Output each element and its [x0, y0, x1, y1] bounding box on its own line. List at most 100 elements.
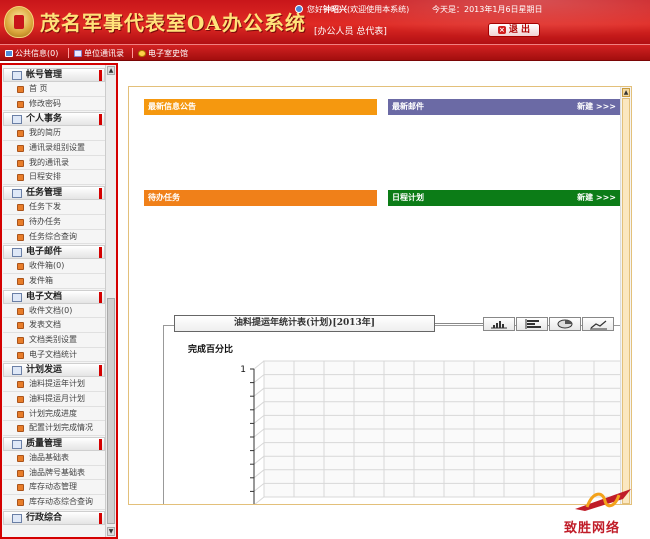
group-marker	[99, 247, 102, 259]
menu-item[interactable]: 库存动态管理	[3, 480, 105, 496]
menu-group-header[interactable]: 行政综合	[3, 510, 105, 525]
folder-icon	[12, 440, 22, 450]
menu-group-header[interactable]: 帐号管理	[3, 68, 105, 82]
gridline	[253, 428, 265, 438]
menu-group-header[interactable]: 电子文档	[3, 289, 105, 304]
notice-panel-header: 最新信息公告	[144, 99, 377, 115]
gridline	[253, 401, 265, 411]
menu-item[interactable]: 电子文档统计	[3, 347, 105, 363]
hbar-chart-glyph	[525, 319, 541, 329]
watermark-logo-icon	[575, 489, 631, 511]
public-info-link[interactable]: 公共信息(0)	[5, 48, 58, 59]
menu-bullet-icon	[17, 410, 24, 418]
group-marker	[99, 291, 102, 303]
new-schedule-link[interactable]: 新建 >>>	[577, 190, 616, 206]
menu-item[interactable]: 油品牌号基础表	[3, 465, 105, 481]
menu-bullet-icon	[17, 233, 24, 241]
logout-button[interactable]: × 退 出	[488, 23, 540, 37]
folder-icon	[12, 71, 22, 80]
menu-bullet-icon	[17, 455, 24, 463]
user-icon	[295, 5, 303, 13]
menu-bullet-icon	[17, 307, 24, 315]
menu-group-header[interactable]: 质量管理	[3, 437, 105, 452]
menu-item[interactable]: 配置计划完成情况	[3, 421, 105, 437]
menu-group-header[interactable]: 计划发运	[3, 363, 105, 378]
menu-bullet-icon	[17, 159, 24, 167]
bar-chart-icon[interactable]	[483, 317, 515, 331]
content-scroll-thumb[interactable]	[622, 98, 630, 504]
menu-item[interactable]: 任务综合查询	[3, 229, 105, 245]
content-scroll-up-icon[interactable]: ▲	[622, 88, 630, 97]
horizontal-bar-icon[interactable]	[516, 317, 548, 331]
menu-group-header[interactable]: 个人事务	[3, 112, 105, 127]
menu-bullet-icon	[17, 469, 24, 477]
group-marker	[99, 188, 102, 200]
menu-item[interactable]: 油料提运年计划	[3, 377, 105, 392]
menu-item[interactable]: 收件文档(0)	[3, 303, 105, 319]
menu-item[interactable]: 我的通讯录	[3, 155, 105, 171]
menu-bullet-icon	[17, 351, 24, 359]
menu-item[interactable]: 首 页	[3, 82, 105, 97]
menu-bullet-icon	[17, 86, 24, 93]
scroll-down-icon[interactable]: ▼	[107, 527, 115, 536]
sidebar-scrollbar[interactable]: ▲ ▼	[105, 65, 116, 537]
chart-y-label: 完成百分比	[188, 345, 234, 355]
role-text: [办公人员 总代表]	[314, 27, 387, 37]
menu-item[interactable]: 日程安排	[3, 170, 105, 186]
gridline	[253, 415, 265, 424]
date-text: 今天是：2013年1月6日星期日	[432, 5, 543, 14]
menu-item[interactable]: 我的简历	[3, 126, 105, 142]
menu-item[interactable]: 发件箱	[3, 273, 105, 289]
menu-bullet-icon	[17, 204, 24, 212]
menu-item[interactable]: 计划完成进度	[3, 406, 105, 422]
folder-icon	[12, 366, 22, 376]
menu-item[interactable]: 油品基础表	[3, 451, 105, 466]
menu-group-header[interactable]: 电子邮件	[3, 245, 105, 260]
group-marker	[99, 365, 102, 377]
menu-item[interactable]: 油料提运月计划	[3, 392, 105, 407]
y-tick-label: 1	[240, 365, 246, 375]
gridline	[254, 496, 265, 504]
line-chart-glyph	[590, 320, 607, 330]
toolbar-divider	[132, 48, 133, 58]
menu-item[interactable]: 修改密码	[3, 96, 105, 112]
info-icon	[5, 50, 13, 57]
menu-item[interactable]: 文档类别设置	[3, 332, 105, 348]
menu-bullet-icon	[17, 263, 24, 271]
menu-item[interactable]: 任务下发	[3, 200, 105, 215]
gridline	[253, 455, 265, 465]
line-chart-icon[interactable]	[582, 317, 614, 331]
menu-item[interactable]: 待办任务	[3, 214, 105, 230]
history-hall-link[interactable]: 电子室史馆	[138, 48, 188, 59]
folder-icon	[12, 248, 22, 258]
gridline	[253, 387, 265, 397]
mail-icon	[74, 50, 82, 57]
sidebar-scroll-thumb[interactable]	[107, 298, 115, 524]
system-title: 茂名军事代表室OA办公系统	[40, 11, 306, 35]
folder-icon	[12, 513, 22, 523]
directory-link[interactable]: 单位通讯录	[74, 48, 124, 59]
menu-item[interactable]: 发表文档	[3, 318, 105, 333]
menu-item[interactable]: 收件箱(0)	[3, 259, 105, 274]
chart-tab-line	[435, 323, 483, 324]
todo-panel-header: 待办任务	[144, 190, 377, 206]
scroll-up-icon[interactable]: ▲	[107, 66, 115, 75]
group-marker	[99, 439, 102, 451]
main-content: 最新信息公告 最新邮件 新建 >>> 待办任务 日程计划 新建 >>> 油料提运年统…	[128, 86, 632, 505]
menu-bullet-icon	[17, 130, 24, 138]
logout-icon: ×	[497, 26, 506, 34]
menu-list: 帐号管理首 页修改密码 个人事务 我的简历 通讯录组别设置 我的通讯录 日程安排 任务管理任…	[3, 67, 105, 525]
hall-icon	[138, 50, 146, 57]
folder-icon	[12, 292, 22, 302]
menu-group-header[interactable]: 任务管理	[3, 186, 105, 201]
new-mail-link[interactable]: 新建 >>>	[577, 99, 616, 115]
watermark-text: 致胜网络	[564, 521, 621, 536]
menu-bullet-icon	[17, 484, 24, 492]
gridline	[253, 483, 265, 492]
gridline	[253, 360, 265, 370]
content-scrollbar[interactable]: ▲	[620, 87, 631, 504]
group-marker	[99, 512, 102, 524]
menu-item[interactable]: 库存动态综合查询	[3, 495, 105, 510]
menu-item[interactable]: 通讯录组别设置	[3, 141, 105, 156]
pie-chart-icon[interactable]	[549, 317, 581, 331]
